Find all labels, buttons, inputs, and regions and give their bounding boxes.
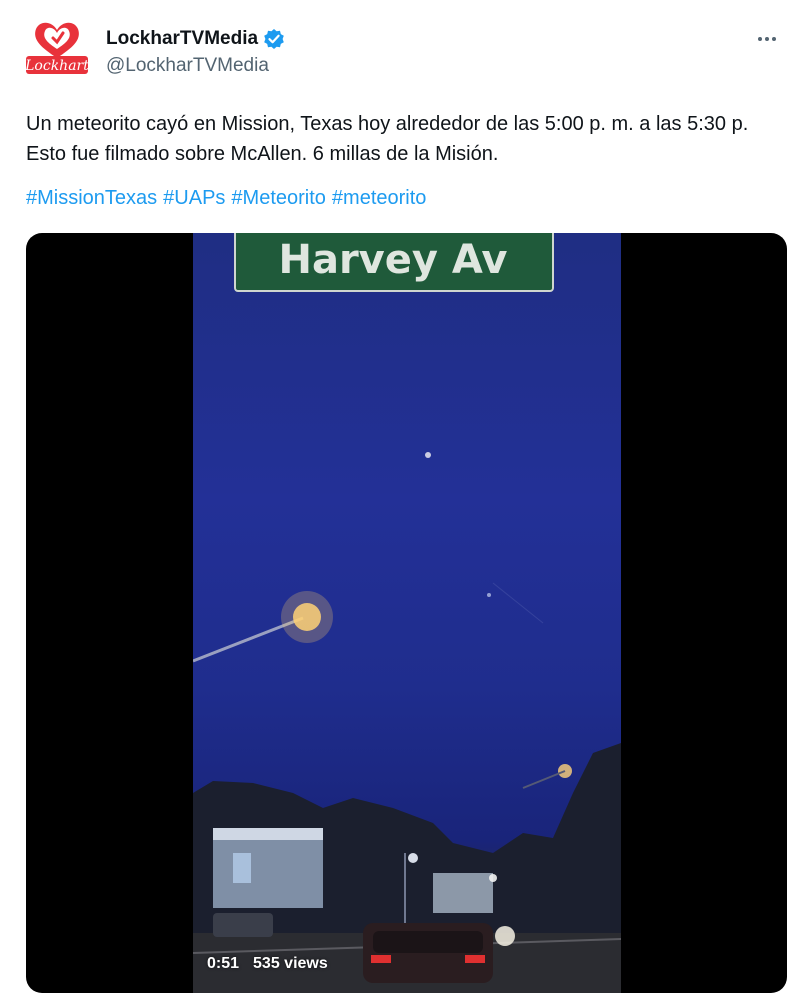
author-name-row[interactable]: LockharTVMedia (106, 28, 285, 50)
avatar-logo-text: Lockhart (24, 58, 89, 74)
hashtag-list: #MissionTexas #UAPs #Meteorito #meteorit… (26, 187, 426, 210)
author-handle[interactable]: @LockharTVMedia (106, 55, 269, 77)
hashtag-link[interactable]: #meteorito (332, 187, 427, 210)
video-meta: 0:51 535 views (207, 955, 328, 973)
video-views: 535 views (253, 955, 328, 972)
tweet-text: Un meteorito cayó en Mission, Texas hoy … (26, 113, 749, 165)
hashtag-link[interactable]: #UAPs (163, 187, 225, 210)
video-duration: 0:51 (207, 955, 240, 972)
more-options-icon[interactable] (752, 28, 782, 50)
author-name[interactable]: LockharTVMedia (106, 28, 258, 50)
hashtag-link[interactable]: #MissionTexas (26, 187, 157, 210)
street-sign-text: Harvey Av (278, 237, 507, 283)
video-frame[interactable]: Harvey Av 0:51 535 views (193, 233, 621, 993)
hashtag-link[interactable]: #Meteorito (231, 187, 326, 210)
video-player[interactable]: Harvey Av 0:51 535 views (26, 233, 787, 993)
verified-badge-icon (263, 28, 285, 50)
avatar[interactable]: Lockhart (24, 18, 90, 78)
